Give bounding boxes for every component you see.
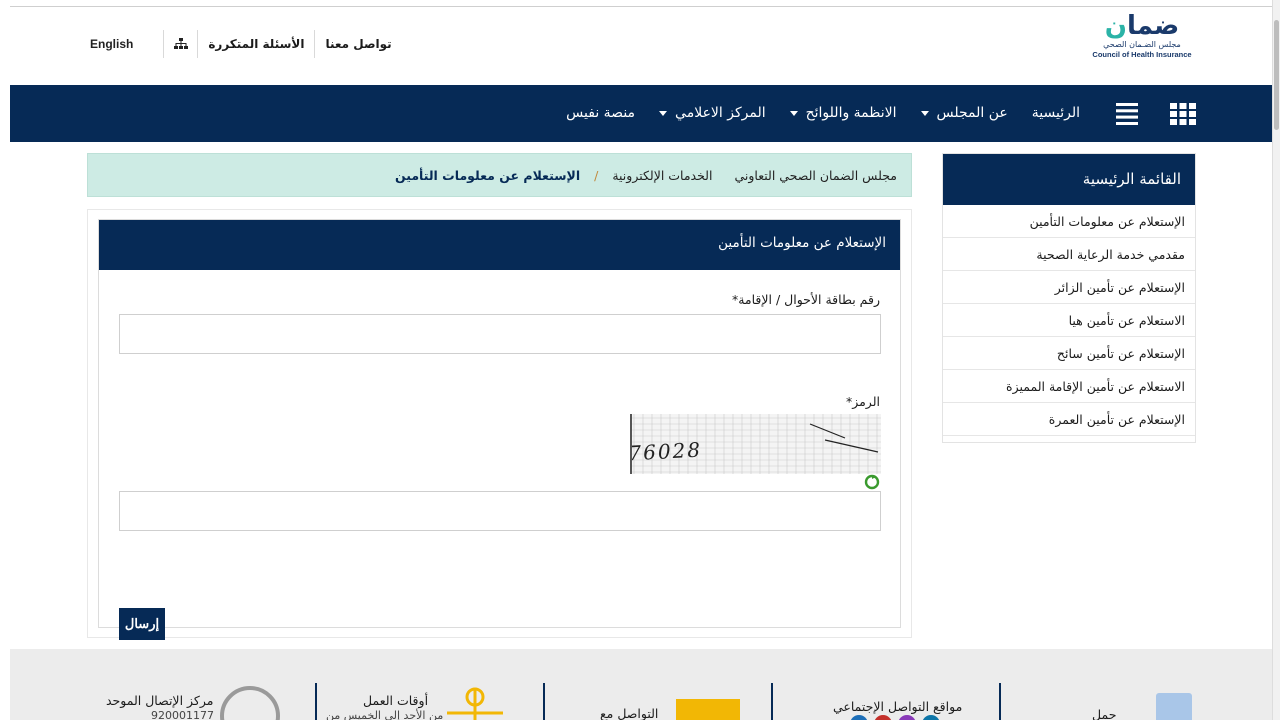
id-number-label: رقم بطاقة الأحوال / الإقامة* [731, 292, 880, 307]
footer: مركز الإتصال الموحد 920001177 أوقات العم… [10, 649, 1272, 720]
form-title: الإستعلام عن معلومات التأمين [99, 220, 900, 270]
sidebar-item-5[interactable]: الاستعلام عن تأمين الإقامة المميزة [943, 370, 1195, 403]
nav-item-label: منصة نفيس [566, 105, 636, 121]
logo-english-subtitle: Council of Health Insurance [1092, 50, 1192, 59]
nav-item-4[interactable]: منصة نفيس [554, 85, 647, 142]
page-scrollbar[interactable] [1272, 0, 1280, 720]
captcha-label: الرمز* [845, 394, 880, 409]
nav-item-3[interactable]: المركز الاعلامي [647, 85, 778, 142]
top-links: تواصل معنا الأسئلة المتكررة English [80, 30, 402, 58]
contact-title: التواصل مع [600, 706, 659, 720]
nav-item-label: المركز الاعلامي [675, 105, 766, 121]
sidebar-items: الإستعلام عن معلومات التأمين مقدمي خدمة ا… [943, 205, 1195, 436]
refresh-captcha-icon[interactable] [864, 474, 880, 490]
nav-item-label: الانظمة واللوائح [805, 105, 897, 121]
social-title: مواقع التواصل الإجتماعي [833, 699, 963, 714]
footer-divider [543, 683, 545, 720]
social-icons [850, 715, 940, 720]
phone-icon [220, 686, 280, 720]
page: ضمان مجلس الضـمان الصحي Council of Healt… [0, 0, 1272, 720]
faq-link[interactable]: الأسئلة المتكررة [197, 30, 314, 58]
download-icon[interactable] [1156, 693, 1192, 720]
mail-icon[interactable] [676, 699, 740, 720]
nav-item-label: عن المجلس [936, 105, 1008, 121]
scrollbar-thumb[interactable] [1274, 20, 1279, 130]
nav-item-2[interactable]: الانظمة واللوائح [778, 85, 909, 142]
inquiry-form: الإستعلام عن معلومات التأمين رقم بطاقة ا… [98, 219, 901, 640]
breadcrumb-current: الإستعلام عن معلومات التأمين [394, 167, 581, 183]
linkedin-icon[interactable] [922, 715, 940, 720]
logo-arabic-subtitle: مجلس الضـمان الصحي [1103, 40, 1181, 49]
footer-divider [771, 683, 773, 720]
twitter-icon[interactable] [850, 715, 868, 720]
nav-items: الرئيسية عن المجلس الانظمة واللوائح المركز … [554, 85, 1092, 142]
top-divider [10, 6, 1272, 7]
sidebar-item-2[interactable]: الإستعلام عن تأمين الزائر [943, 271, 1195, 304]
nav-item-label: الرئيسية [1031, 105, 1080, 121]
nav-item-1[interactable]: عن المجلس [909, 85, 1020, 142]
contact-us-link[interactable]: تواصل معنا [314, 30, 401, 58]
work-hours-title: أوقات العمل [363, 693, 429, 708]
breadcrumb-section[interactable]: الخدمات الإلكترونية [612, 168, 712, 183]
caret-down-icon [659, 111, 668, 116]
sidebar-item-4[interactable]: الإستعلام عن تأمين سائح [943, 337, 1195, 370]
main-nav: الرئيسية عن المجلس الانظمة واللوائح المركز … [10, 85, 1272, 142]
footer-divider [315, 683, 317, 720]
sidebar-item-6[interactable]: الإستعلام عن تأمين العمرة [943, 403, 1195, 436]
youtube-icon[interactable] [874, 715, 892, 720]
menu-list-icon[interactable] [1116, 103, 1138, 125]
instagram-icon[interactable] [898, 715, 916, 720]
logo[interactable]: ضمان مجلس الضـمان الصحي Council of Healt… [1090, 12, 1194, 64]
captcha-code: 176028 [630, 438, 703, 467]
breadcrumb: مجلس الضمان الصحي التعاوني الخدمات الإلك… [87, 153, 912, 197]
caret-down-icon [789, 111, 798, 116]
captcha-input[interactable] [119, 491, 881, 531]
sitemap-icon[interactable] [163, 30, 197, 58]
apps-grid-icon[interactable] [1170, 103, 1196, 125]
download-title: حمل [1092, 707, 1117, 720]
call-center-number[interactable]: 920001177 [151, 709, 214, 720]
logo-word: ضمان [1104, 11, 1180, 41]
english-language-link[interactable]: English [80, 30, 143, 58]
sidebar: القائمة الرئيسية الإستعلام عن معلومات ال… [942, 153, 1196, 443]
footer-divider [999, 683, 1001, 720]
breadcrumb-root[interactable]: مجلس الضمان الصحي التعاوني [712, 168, 897, 183]
nav-item-0[interactable]: الرئيسية [1020, 85, 1092, 142]
work-hours-text: من الأحد إلى الخميس من [326, 709, 444, 720]
sidebar-item-1[interactable]: مقدمي خدمة الرعاية الصحية [943, 238, 1195, 271]
captcha-image: 176028 [630, 414, 881, 474]
caret-down-icon [920, 111, 929, 116]
breadcrumb-separator: / [594, 167, 599, 183]
submit-button[interactable]: إرسال [119, 608, 165, 640]
clock-icon [443, 685, 507, 720]
sidebar-item-3[interactable]: الاستعلام عن تأمين هيا [943, 304, 1195, 337]
call-center-title: مركز الإتصال الموحد [106, 693, 214, 708]
sidebar-title: القائمة الرئيسية [943, 154, 1195, 205]
sidebar-item-0[interactable]: الإستعلام عن معلومات التأمين [943, 205, 1195, 238]
id-number-input[interactable] [119, 314, 881, 354]
